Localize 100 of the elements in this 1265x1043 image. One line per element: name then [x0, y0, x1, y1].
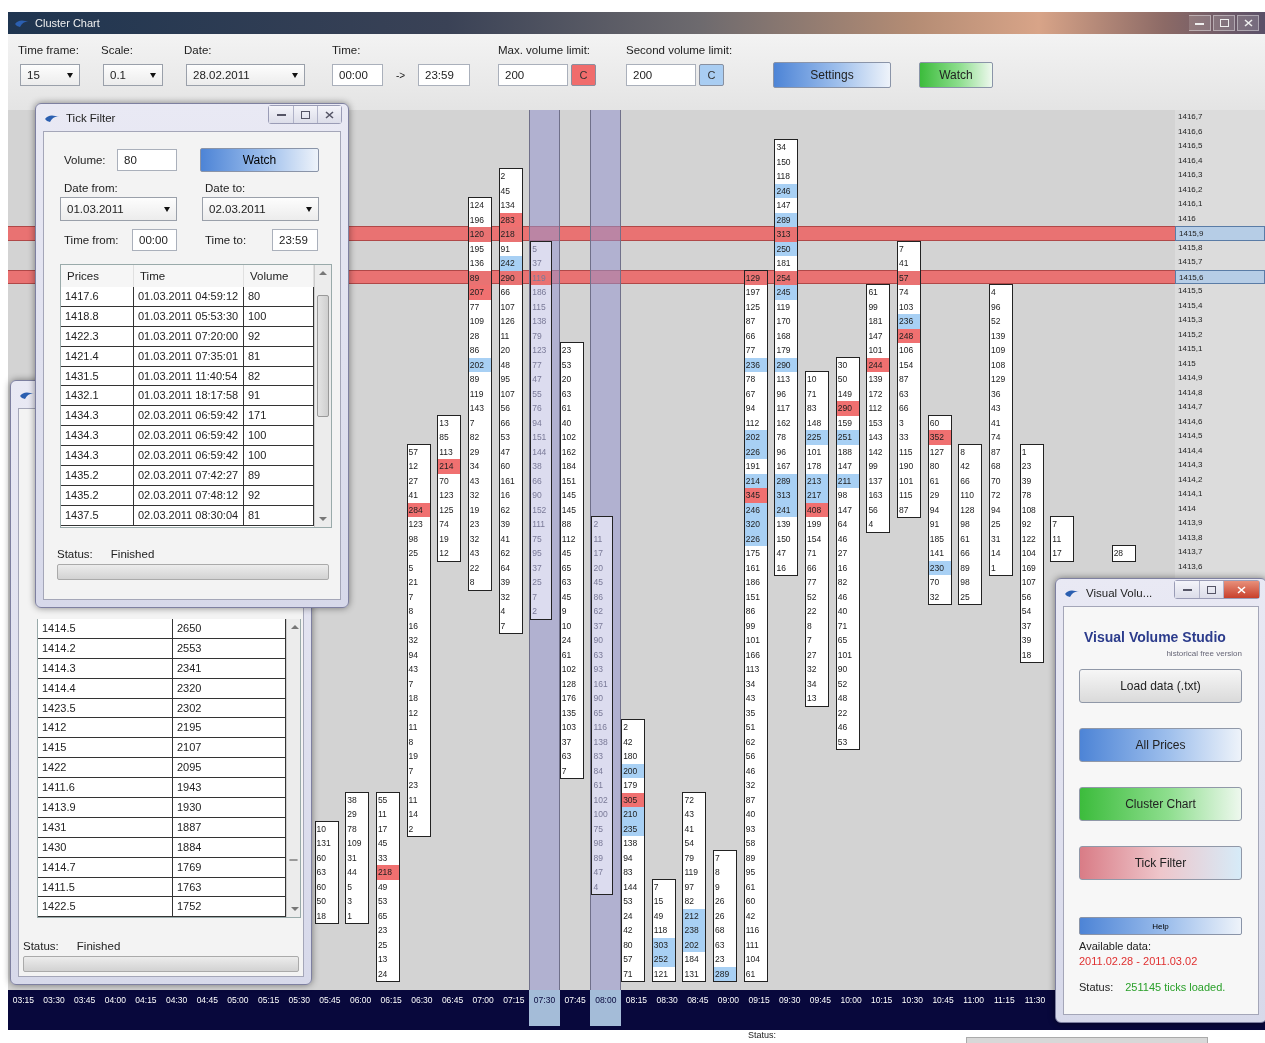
volume-cell-text: 49: [652, 909, 665, 923]
volume-cell-text: 7: [714, 851, 721, 865]
timeframe-dropdown[interactable]: 15: [20, 64, 80, 86]
volume-cell-text: 42: [744, 909, 757, 923]
help-button[interactable]: Help: [1079, 917, 1242, 935]
time-input[interactable]: 23:59: [418, 64, 470, 86]
table-cell: 1437.5: [61, 505, 134, 526]
volume-cell-text: 2: [499, 170, 507, 183]
volume-cell-text: 57: [407, 445, 419, 459]
color-button[interactable]: C: [699, 64, 724, 86]
column-header[interactable]: Prices: [61, 265, 134, 287]
scrollbar[interactable]: [314, 265, 331, 527]
volume-cell-text: 83: [806, 402, 818, 415]
volume-cell-text: 66: [959, 547, 971, 560]
volume-cell-text: 125: [438, 503, 455, 517]
volume-cell: 214: [438, 459, 461, 474]
volume-cell-text: 138: [592, 735, 609, 749]
volume-cell-text: 116: [744, 924, 761, 937]
volume-cell-text: 63: [315, 866, 328, 879]
volume-cell-text: 96: [775, 387, 787, 401]
volume-cell-text: 46: [836, 590, 849, 604]
column-header[interactable]: Time: [134, 265, 244, 287]
menu-button[interactable]: Tick Filter: [1079, 846, 1242, 880]
volume-input[interactable]: 200: [498, 64, 568, 86]
volume-cell-text: 101: [867, 344, 884, 357]
volume-cell-text: 101: [806, 445, 823, 459]
volume-cell: 238: [683, 923, 706, 938]
minimize-button[interactable]: [269, 106, 293, 123]
menu-button[interactable]: All Prices: [1079, 728, 1242, 762]
date-dropdown[interactable]: 02.03.2011: [202, 197, 319, 221]
volume-cell-text: 52: [836, 677, 849, 691]
time-label: 04:30: [164, 994, 189, 1007]
scrollbar[interactable]: [286, 619, 300, 917]
maximize-button[interactable]: [293, 106, 317, 123]
volume-cell-text: 119: [683, 866, 699, 879]
price-label: 1414: [1177, 502, 1197, 515]
volume-cell-text: 167: [775, 460, 792, 473]
volume-cell-text: 101: [744, 634, 761, 647]
volume-cell-text: 161: [592, 677, 609, 691]
time-label: 05:45: [318, 994, 342, 1007]
field-label: Scale:: [101, 43, 134, 58]
volume-cell-text: 52: [990, 315, 1002, 328]
close-button[interactable]: [317, 106, 341, 123]
volume-cell: 213: [806, 473, 829, 488]
volume-cell: 245: [775, 285, 798, 300]
volume-cell-text: 36: [990, 387, 1002, 401]
table-cell: 1430: [38, 837, 173, 858]
volume-cell-text: 61: [744, 967, 757, 981]
volume-cell-text: 15: [652, 895, 665, 908]
date-range: 2011.02.28 - 2011.03.02: [1079, 955, 1199, 967]
minimize-button[interactable]: [1175, 581, 1199, 598]
dropdown-caret-icon: [306, 206, 312, 212]
volume-input[interactable]: 80: [117, 149, 177, 171]
volume-cell-text: 147: [836, 503, 853, 517]
volume-cell-text: 191: [744, 460, 761, 473]
time-input[interactable]: 00:00: [332, 64, 383, 86]
table-cell: 1435.2: [61, 466, 134, 486]
volume-cell-text: 52: [806, 590, 818, 604]
volume-cell-text: 47: [531, 373, 543, 386]
volume-cell-text: 7: [407, 590, 415, 604]
volume-cell-text: 56: [744, 750, 757, 763]
minimize-button[interactable]: [1189, 15, 1211, 31]
volume-cell-text: 91: [499, 242, 511, 256]
table-cell: 1432.1: [61, 386, 134, 407]
menu-button[interactable]: Cluster Chart: [1079, 787, 1242, 821]
close-button[interactable]: [1223, 581, 1259, 598]
watch-button[interactable]: Watch: [200, 148, 319, 172]
volume-cell-text: 2: [592, 518, 600, 531]
volume-cell-text: 34: [744, 677, 757, 691]
table-cell: 1423.5: [38, 698, 173, 719]
volume-cell-text: 153: [867, 416, 884, 430]
column-header[interactable]: Volume: [244, 265, 314, 287]
time-input[interactable]: 23:59: [272, 229, 318, 251]
toolbar-button[interactable]: Settings: [773, 62, 891, 88]
maximize-button[interactable]: [1199, 581, 1223, 598]
volume-cell-text: 92: [1020, 518, 1033, 531]
volume-cell: 246: [775, 183, 798, 198]
volume-cell-text: 150: [775, 532, 792, 546]
date-dropdown[interactable]: 01.03.2011: [60, 197, 177, 221]
volume-cell-text: 1: [1020, 445, 1028, 459]
volume-cell-text: 7: [407, 764, 415, 778]
volume-cell-text: 34: [806, 677, 818, 691]
volume-cell-text: 68: [714, 924, 726, 937]
volume-cell-text: 33: [898, 431, 910, 444]
time-label: 10:30: [900, 994, 924, 1007]
volume-cell-text: 77: [806, 576, 818, 589]
toolbar-button[interactable]: Watch: [919, 62, 993, 88]
time-input[interactable]: 00:00: [132, 229, 177, 251]
volume-cell-text: 8: [806, 619, 813, 633]
volume-cell-text: 196: [468, 213, 486, 227]
volume-cell-text: 98: [592, 837, 604, 850]
color-button[interactable]: C: [571, 64, 596, 86]
app-icon: [14, 18, 30, 28]
volume-input[interactable]: 200: [626, 64, 696, 86]
time-label: 07:00: [471, 994, 495, 1007]
volume-cell-text: 39: [1020, 474, 1033, 488]
volume-cell-text: 108: [1020, 503, 1037, 517]
menu-button[interactable]: Load data (.txt): [1079, 669, 1242, 703]
scale-dropdown[interactable]: 0.1: [103, 64, 163, 86]
date-dropdown[interactable]: 28.02.2011: [186, 64, 305, 86]
